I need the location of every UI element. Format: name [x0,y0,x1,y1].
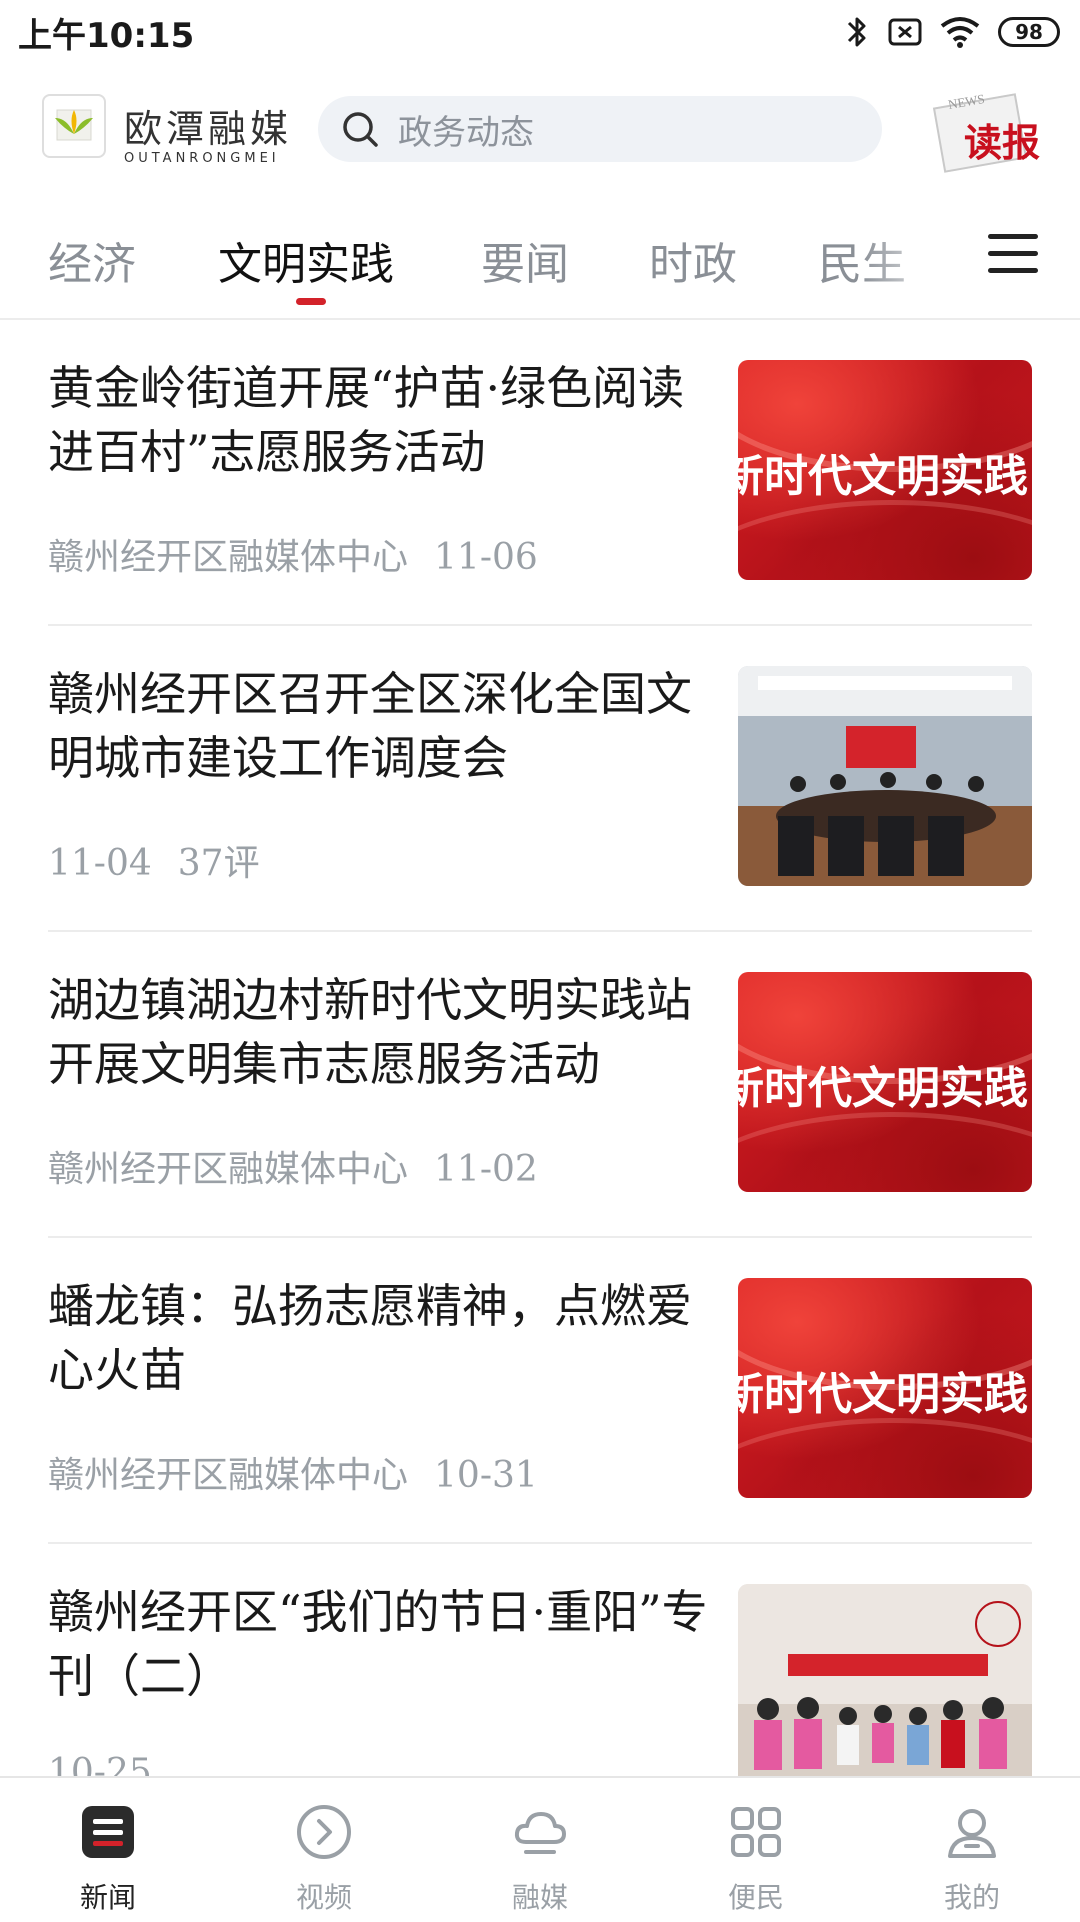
tab-economy[interactable]: 经济 [48,228,136,292]
news-meta: 11-04 37评 [48,834,260,886]
search-placeholder: 政务动态 [398,112,534,153]
app-logo-text: 欧潭融媒 OUTANRONGMEI [124,98,292,166]
news-meta: 赣州经开区融媒体中心 11-02 [48,1140,538,1192]
thumbnail-caption: 新时代文明实践 [738,1063,1028,1114]
cloud-icon [514,1812,566,1854]
app-header: 欧潭融媒 OUTANRONGMEI 政务动态 NEWS 读报 [0,82,1080,182]
news-item[interactable]: 蟠龙镇：弘扬志愿精神，点燃爱心火苗 赣州经开区融媒体中心 10-31 新时代文明实… [48,1238,1032,1544]
wifi-icon [940,17,980,48]
thumbnail-caption: 新时代文明实践 [738,451,1028,502]
read-newspaper-button[interactable]: NEWS 读报 [930,90,1050,173]
news-meta: 10-25 [48,1752,152,1776]
tab-headlines[interactable]: 要闻 [481,228,569,292]
nav-media-label: 融媒 [511,1881,568,1914]
news-list: 黄金岭街道开展“护苗·绿色阅读进百村”志愿服务活动 赣州经开区融媒体中心 11-0… [0,320,1080,1776]
news-item[interactable]: 湖边镇湖边村新时代文明实践站开展文明集市志愿服务活动 赣州经开区融媒体中心 11-… [48,932,1032,1238]
channel-tabs: 经济 文明实践 要闻 时政 民生 [0,218,1080,320]
news-item[interactable]: 赣州经开区“我们的节日·重阳”专刊（二） 10-25 [48,1544,1032,1776]
news-thumbnail: 新时代文明实践 [738,360,1032,580]
search-bar[interactable]: 政务动态 [318,96,882,162]
nav-news-label: 新闻 [79,1881,136,1914]
status-bar: 上午10:15 98 [0,0,1080,66]
nav-video-label: 视频 [295,1881,352,1914]
news-meta: 赣州经开区融媒体中心 11-06 [48,528,538,580]
channel-menu-icon[interactable] [988,234,1038,274]
no-sim-icon [888,18,922,46]
news-title: 蟠龙镇：弘扬志愿精神，点燃爱心火苗 [48,1279,692,1397]
nav-profile-label: 我的 [943,1881,1000,1914]
news-title: 湖边镇湖边村新时代文明实践站开展文明集市志愿服务活动 [48,973,692,1091]
news-date: 10-31 [434,1455,538,1496]
status-time: 上午10:15 [18,16,195,56]
news-thumbnail-meeting-photo [738,666,1032,886]
status-icons: 98 [844,12,1060,52]
news-icon [82,1806,134,1858]
news-source: 赣州经开区融媒体中心 [48,537,409,578]
news-thumbnail: 新时代文明实践 [738,972,1032,1192]
battery-indicator: 98 [998,17,1060,47]
thumbnail-caption: 新时代文明实践 [738,1369,1028,1420]
nav-news[interactable]: 新闻 [0,1778,216,1922]
grid-icon [731,1807,781,1857]
read-newspaper-label: 读报 [964,120,1041,165]
video-icon [297,1805,351,1859]
news-thumbnail: 新时代文明实践 [738,1278,1032,1498]
active-tab-indicator [296,298,326,305]
nav-media[interactable]: 融媒 [432,1778,648,1922]
app-logo-icon [42,94,106,158]
news-item[interactable]: 黄金岭街道开展“护苗·绿色阅读进百村”志愿服务活动 赣州经开区融媒体中心 11-0… [48,320,1032,626]
news-title: 赣州经开区召开全区深化全国文明城市建设工作调度会 [48,667,692,785]
news-item[interactable]: 赣州经开区召开全区深化全国文明城市建设工作调度会 11-04 37评 [48,626,1032,932]
nav-services[interactable]: 便民 [648,1778,864,1922]
nav-video[interactable]: 视频 [216,1778,432,1922]
news-date: 11-06 [434,537,538,578]
news-source: 赣州经开区融媒体中心 [48,1455,409,1496]
search-icon [343,112,378,147]
bottom-navigation: 新闻 视频 融媒 便民 我的 [0,1776,1080,1922]
news-date: 11-02 [434,1149,538,1190]
news-source: 赣州经开区融媒体中心 [48,1149,409,1190]
nav-profile[interactable]: 我的 [864,1778,1080,1922]
bluetooth-icon [847,17,866,47]
logo-title: 欧潭融媒 [124,107,293,151]
tab-politics[interactable]: 时政 [649,228,737,292]
news-thumbnail-festival-photo [738,1584,1032,1776]
tab-civilization-practice[interactable]: 文明实践 [218,228,394,292]
tabs-fade [860,218,960,316]
news-meta: 赣州经开区融媒体中心 10-31 [48,1446,538,1498]
nav-services-label: 便民 [727,1881,784,1914]
profile-icon [948,1809,996,1858]
news-title: 赣州经开区“我们的节日·重阳”专刊（二） [48,1585,708,1703]
logo-subtitle: OUTANRONGMEI [124,151,280,166]
news-date: 10-25 [48,1752,152,1776]
news-comments: 37评 [177,843,260,884]
news-title: 黄金岭街道开展“护苗·绿色阅读进百村”志愿服务活动 [48,361,685,479]
news-date: 11-04 [48,843,152,884]
